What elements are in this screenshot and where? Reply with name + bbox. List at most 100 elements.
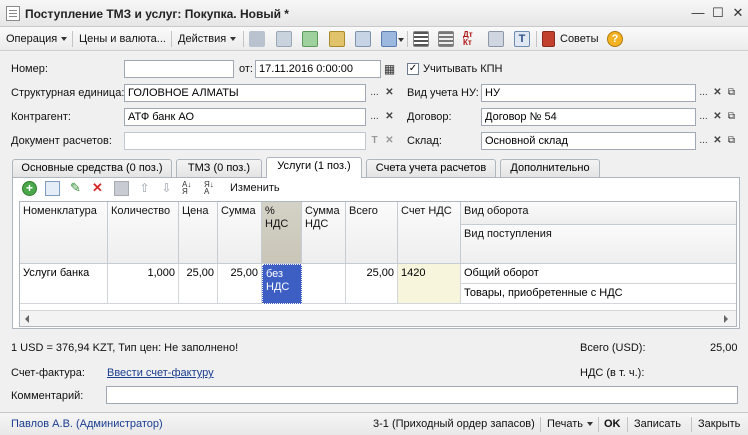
fill-icon[interactable] xyxy=(329,31,345,47)
cell-quantity[interactable]: 1,000 xyxy=(108,264,179,304)
document-icon xyxy=(6,6,20,21)
header-vat-percent[interactable]: % НДС xyxy=(262,202,302,264)
calendar-icon[interactable]: ▦ xyxy=(382,60,397,78)
operation-menu[interactable]: Операция xyxy=(6,31,68,47)
post-icon[interactable] xyxy=(249,31,265,47)
add-row-icon[interactable]: + xyxy=(22,181,37,196)
actions-menu[interactable]: Действия xyxy=(178,31,237,47)
unit-select-button[interactable]: ... xyxy=(367,84,382,102)
maximize-button[interactable]: ☐ xyxy=(709,5,727,21)
header-receipt-type[interactable]: Вид поступления xyxy=(461,225,736,264)
sort-asc-icon[interactable]: А↓ Я xyxy=(182,181,197,196)
warehouse-select-button[interactable]: ... xyxy=(696,132,711,150)
tab-fixed-assets[interactable]: Основные средства (0 поз.) xyxy=(12,159,172,177)
warehouse-field[interactable]: Основной склад xyxy=(481,132,696,150)
vat-label: НДС (в т. ч.): xyxy=(580,367,645,379)
header-nomenclature[interactable]: Номенклатура xyxy=(20,202,108,264)
close-form-button[interactable]: Закрыть xyxy=(698,418,740,430)
settlement-type-button[interactable]: T xyxy=(367,132,382,150)
structure-icon[interactable] xyxy=(355,31,371,47)
ok-button[interactable]: OK xyxy=(604,418,621,430)
text-format-icon[interactable]: T xyxy=(514,31,530,47)
calculator-icon[interactable] xyxy=(488,31,504,47)
sort-desc-icon[interactable]: Я↓ А xyxy=(204,181,219,196)
nu-select-button[interactable]: ... xyxy=(696,84,711,102)
list-icon[interactable] xyxy=(276,31,292,47)
save-row-icon[interactable] xyxy=(114,181,129,196)
caret-down-icon xyxy=(61,37,68,42)
close-button[interactable]: ✕ xyxy=(729,5,747,21)
cell-vat-percent[interactable]: без НДС xyxy=(262,264,302,304)
unit-clear-button[interactable]: ✕ xyxy=(382,84,397,102)
toolbar-separator xyxy=(171,31,172,47)
kpn-checkbox[interactable]: ✓ xyxy=(407,63,419,75)
nu-open-icon[interactable]: ⧉ xyxy=(724,84,739,102)
copy-row-icon[interactable] xyxy=(45,181,60,196)
linked-document-button[interactable]: 3-1 (Приходный ордер запасов) xyxy=(373,418,535,430)
cell-total[interactable]: 25,00 xyxy=(346,264,398,304)
help-icon[interactable]: ? xyxy=(607,31,623,47)
warehouse-clear-button[interactable]: ✕ xyxy=(710,132,725,150)
scroll-left-icon[interactable] xyxy=(25,315,29,323)
report-icon[interactable] xyxy=(438,31,454,47)
advice-button[interactable]: Советы xyxy=(560,31,598,47)
delete-row-icon[interactable]: ✕ xyxy=(90,181,105,196)
toolbar-separator xyxy=(407,31,408,47)
nu-clear-button[interactable]: ✕ xyxy=(710,84,725,102)
cell-nomenclature[interactable]: Услуги банка xyxy=(20,264,108,304)
warehouse-label: Склад: xyxy=(407,135,442,147)
enter-invoice-link[interactable]: Ввести счет-фактуру xyxy=(107,367,214,379)
refresh-icon[interactable] xyxy=(302,31,318,47)
horizontal-scrollbar[interactable] xyxy=(20,310,736,326)
cell-receipt-type[interactable]: Товары, приобретенные с НДС xyxy=(461,284,736,304)
invoice-label: Счет-фактура: xyxy=(11,367,85,379)
contractor-select-button[interactable]: ... xyxy=(367,108,382,126)
settlement-field[interactable] xyxy=(124,132,366,150)
cell-turnover[interactable]: Общий оборот xyxy=(461,264,736,284)
nu-field[interactable]: НУ xyxy=(481,84,696,102)
prices-button[interactable]: Цены и валюта... xyxy=(79,31,166,47)
caret-down-icon[interactable] xyxy=(398,38,404,42)
comment-field[interactable] xyxy=(106,386,738,404)
move-down-icon[interactable]: ⇩ xyxy=(159,181,174,196)
unit-field[interactable]: ГОЛОВНОЕ АЛМАТЫ xyxy=(124,84,366,102)
tab-inventory[interactable]: ТМЗ (0 поз.) xyxy=(176,159,262,177)
debit-credit-icon[interactable]: Дт Кт xyxy=(463,31,479,47)
edit-button[interactable]: Изменить xyxy=(230,182,280,194)
contract-clear-button[interactable]: ✕ xyxy=(710,108,725,126)
contract-select-button[interactable]: ... xyxy=(696,108,711,126)
settlement-clear-button[interactable]: ✕ xyxy=(382,132,397,150)
operation-label: Операция xyxy=(6,33,58,45)
contractor-clear-button[interactable]: ✕ xyxy=(382,108,397,126)
tab-additional[interactable]: Дополнительно xyxy=(500,159,600,177)
header-quantity[interactable]: Количество xyxy=(108,202,179,264)
print-menu[interactable]: Печать xyxy=(547,418,594,430)
number-field[interactable] xyxy=(124,60,234,78)
scroll-right-icon[interactable] xyxy=(724,315,728,323)
minimize-button[interactable]: — xyxy=(689,5,707,21)
header-sum[interactable]: Сумма xyxy=(218,202,262,264)
header-vat-account[interactable]: Счет НДС xyxy=(398,202,461,264)
date-field[interactable]: 17.11.2016 0:00:00 xyxy=(255,60,381,78)
cell-sum[interactable]: 25,00 xyxy=(218,264,262,304)
header-total[interactable]: Всего xyxy=(346,202,398,264)
contract-open-icon[interactable]: ⧉ xyxy=(724,108,739,126)
header-price[interactable]: Цена xyxy=(179,202,218,264)
cell-price[interactable]: 25,00 xyxy=(179,264,218,304)
status-separator xyxy=(598,417,599,432)
contract-field[interactable]: Договор № 54 xyxy=(481,108,696,126)
header-turnover[interactable]: Вид оборота xyxy=(461,202,736,225)
header-vat-sum[interactable]: Сумма НДС xyxy=(302,202,346,264)
cell-vat-account[interactable]: 1420 xyxy=(398,264,461,304)
contractor-field[interactable]: АТФ банк АО xyxy=(124,108,366,126)
tab-settlement-accounts[interactable]: Счета учета расчетов xyxy=(366,159,496,177)
tab-services[interactable]: Услуги (1 поз.) xyxy=(266,157,362,178)
save-button[interactable]: Записать xyxy=(634,418,681,430)
warehouse-open-icon[interactable]: ⧉ xyxy=(724,132,739,150)
cell-vat-sum[interactable] xyxy=(302,264,346,304)
edit-pencil-icon[interactable]: ✎ xyxy=(68,181,83,196)
move-up-icon[interactable]: ⇧ xyxy=(137,181,152,196)
go-icon[interactable] xyxy=(381,31,397,47)
status-separator xyxy=(627,417,628,432)
table-icon[interactable] xyxy=(413,31,429,47)
